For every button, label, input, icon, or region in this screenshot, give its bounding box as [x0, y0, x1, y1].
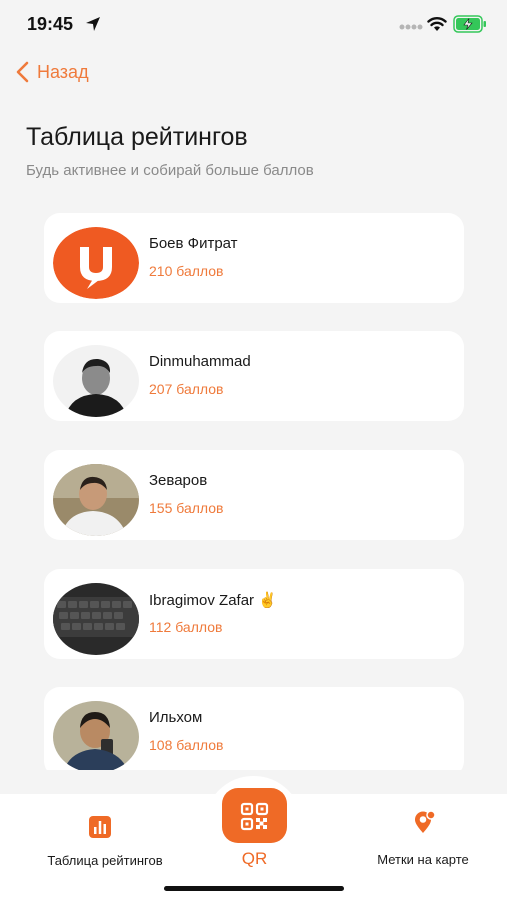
leaderboard-item[interactable]: Ильхом 108 баллов: [44, 687, 464, 770]
user-name: Боев Фитрат: [149, 235, 238, 252]
leaderboard-item[interactable]: Ibragimov Zafar ✌️ 112 баллов: [44, 569, 464, 659]
avatar: [53, 701, 139, 770]
bar-chart-icon: [89, 816, 111, 838]
user-name: Ibragimov Zafar ✌️: [149, 592, 277, 609]
qr-button[interactable]: [222, 788, 287, 843]
user-points: 108 баллов: [149, 737, 224, 753]
user-photo-icon: [53, 464, 139, 536]
tab-rating-label: Таблица рейтингов: [47, 853, 163, 868]
avatar: [53, 464, 139, 536]
leaderboard-list[interactable]: Боев Фитрат 210 баллов Dinmuhammad 207 б…: [0, 0, 507, 770]
leaderboard-item[interactable]: Dinmuhammad 207 баллов: [44, 331, 464, 421]
user-points: 207 баллов: [149, 381, 224, 397]
qr-code-icon: [240, 802, 269, 831]
avatar: [53, 583, 139, 655]
user-name: Dinmuhammad: [149, 353, 251, 370]
avatar: [53, 227, 139, 299]
map-pin-icon: [415, 810, 436, 833]
user-points: 112 баллов: [149, 619, 223, 635]
user-points: 155 баллов: [149, 500, 224, 516]
user-name: Ильхом: [149, 709, 203, 726]
qr-label: QR: [241, 849, 268, 868]
avatar: [53, 345, 139, 417]
leaderboard-item[interactable]: Боев Фитрат 210 баллов: [44, 213, 464, 303]
user-photo-icon: [53, 345, 139, 417]
user-photo-icon: [53, 701, 139, 770]
brand-logo-icon: [53, 227, 139, 299]
leaderboard-item[interactable]: Зеваров 155 баллов: [44, 450, 464, 540]
keyboard-photo-icon: [53, 583, 139, 655]
user-points: 210 баллов: [149, 263, 224, 279]
tab-map-label: Метки на карте: [377, 852, 469, 867]
home-indicator: [164, 886, 344, 891]
user-name: Зеваров: [149, 472, 208, 489]
